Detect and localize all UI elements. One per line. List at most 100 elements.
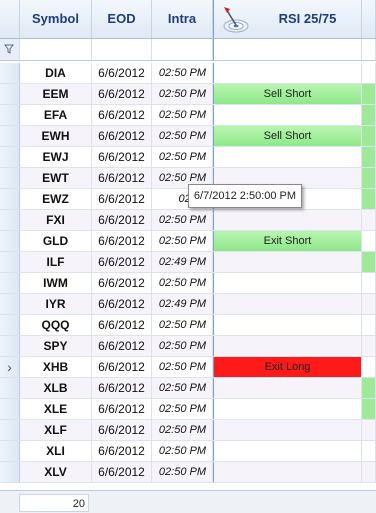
cell-rsi-signal[interactable] (213, 378, 362, 398)
cell-rsi-signal[interactable] (213, 273, 362, 293)
cell-eod[interactable]: 6/6/2012 (92, 357, 152, 377)
cell-symbol[interactable]: EWH (20, 126, 92, 146)
cell-extra-signal[interactable] (362, 231, 376, 251)
cell-extra-signal[interactable] (362, 294, 376, 314)
table-row[interactable]: EEM 6/6/2012 02:50 PM Sell Short (0, 84, 376, 105)
cell-rsi-signal[interactable] (213, 147, 362, 167)
cell-intra[interactable]: 02:50 PM (152, 420, 213, 440)
cell-symbol[interactable]: ILF (20, 252, 92, 272)
table-row[interactable]: EFA 6/6/2012 02:50 PM (0, 105, 376, 126)
cell-eod[interactable]: 6/6/2012 (92, 126, 152, 146)
cell-eod[interactable]: 6/6/2012 (92, 378, 152, 398)
funnel-icon[interactable] (4, 44, 14, 54)
cell-symbol[interactable]: FXI (20, 210, 92, 230)
cell-intra[interactable]: 02:50 PM (152, 399, 213, 419)
cell-extra-signal[interactable] (362, 336, 376, 356)
table-row[interactable]: XLB 6/6/2012 02:50 PM (0, 378, 376, 399)
cell-eod[interactable]: 6/6/2012 (92, 168, 152, 188)
cell-extra-signal[interactable] (362, 105, 376, 125)
cell-extra-signal[interactable] (362, 315, 376, 335)
cell-rsi-signal[interactable] (213, 462, 362, 482)
cell-rsi-signal[interactable] (213, 105, 362, 125)
cell-symbol[interactable]: XLE (20, 399, 92, 419)
cell-intra[interactable]: 02:50 PM (152, 336, 213, 356)
table-row[interactable]: IWM 6/6/2012 02:50 PM (0, 273, 376, 294)
cell-intra[interactable]: 02:50 PM (152, 273, 213, 293)
row-indicator[interactable] (0, 147, 20, 167)
cell-extra-signal[interactable] (362, 357, 376, 377)
cell-symbol[interactable]: XLV (20, 462, 92, 482)
row-indicator[interactable] (0, 294, 20, 314)
cell-extra-signal[interactable] (362, 147, 376, 167)
row-indicator[interactable] (0, 378, 20, 398)
cell-rsi-signal[interactable] (213, 399, 362, 419)
table-row[interactable]: IYR 6/6/2012 02:49 PM (0, 294, 376, 315)
cell-rsi-signal[interactable] (213, 420, 362, 440)
cell-eod[interactable]: 6/6/2012 (92, 63, 152, 83)
cell-symbol[interactable]: EWT (20, 168, 92, 188)
table-row[interactable]: DIA 6/6/2012 02:50 PM (0, 63, 376, 84)
table-row[interactable]: XLE 6/6/2012 02:50 PM (0, 399, 376, 420)
cell-extra-signal[interactable] (362, 168, 376, 188)
cell-eod[interactable]: 6/6/2012 (92, 147, 152, 167)
cell-eod[interactable]: 6/6/2012 (92, 84, 152, 104)
cell-eod[interactable]: 6/6/2012 (92, 210, 152, 230)
cell-extra-signal[interactable] (362, 126, 376, 146)
cell-symbol[interactable]: EWZ (20, 189, 92, 209)
filter-extra-input[interactable] (362, 39, 376, 60)
cell-intra[interactable]: 02:50 PM (152, 441, 213, 461)
cell-intra[interactable]: 02:50 PM (152, 63, 213, 83)
row-indicator[interactable]: › (0, 357, 20, 377)
row-indicator[interactable] (0, 126, 20, 146)
cell-eod[interactable]: 6/6/2012 (92, 294, 152, 314)
cell-symbol[interactable]: IYR (20, 294, 92, 314)
cell-rsi-signal[interactable] (213, 441, 362, 461)
cell-extra-signal[interactable] (362, 378, 376, 398)
cell-eod[interactable]: 6/6/2012 (92, 252, 152, 272)
cell-intra[interactable]: 02:50 PM (152, 357, 213, 377)
table-row[interactable]: XLF 6/6/2012 02:50 PM (0, 420, 376, 441)
row-indicator[interactable] (0, 462, 20, 482)
filter-symbol-input[interactable] (20, 39, 92, 60)
cell-intra[interactable]: 02:50 PM (152, 84, 213, 104)
cell-extra-signal[interactable] (362, 441, 376, 461)
cell-rsi-signal[interactable] (213, 294, 362, 314)
filter-eod-input[interactable] (92, 39, 152, 60)
cell-rsi-signal[interactable]: Sell Short (213, 126, 362, 146)
cell-symbol[interactable]: DIA (20, 63, 92, 83)
cell-rsi-signal[interactable] (213, 315, 362, 335)
filter-intra-input[interactable] (152, 39, 213, 60)
cell-rsi-signal[interactable] (213, 252, 362, 272)
table-row[interactable]: GLD 6/6/2012 02:50 PM Exit Short (0, 231, 376, 252)
row-indicator[interactable] (0, 336, 20, 356)
cell-symbol[interactable]: IWM (20, 273, 92, 293)
row-indicator[interactable] (0, 105, 20, 125)
table-row[interactable]: XLI 6/6/2012 02:50 PM (0, 441, 376, 462)
cell-intra[interactable]: 02:50 PM (152, 105, 213, 125)
filter-indicator-cell[interactable] (0, 39, 20, 60)
cell-extra-signal[interactable] (362, 63, 376, 83)
cell-rsi-signal[interactable]: Exit Short (213, 231, 362, 251)
cell-intra[interactable]: 02:50 PM (152, 147, 213, 167)
row-indicator[interactable] (0, 231, 20, 251)
table-row[interactable]: FXI 6/6/2012 02:50 PM (0, 210, 376, 231)
cell-symbol[interactable]: SPY (20, 336, 92, 356)
row-indicator[interactable] (0, 63, 20, 83)
cell-eod[interactable]: 6/6/2012 (92, 273, 152, 293)
cell-intra[interactable]: 02:49 PM (152, 294, 213, 314)
cell-symbol[interactable]: XLB (20, 378, 92, 398)
cell-symbol[interactable]: GLD (20, 231, 92, 251)
filter-rsi-input[interactable] (213, 39, 362, 60)
table-row[interactable]: XLV 6/6/2012 02:50 PM (0, 462, 376, 483)
cell-eod[interactable]: 6/6/2012 (92, 441, 152, 461)
cell-eod[interactable]: 6/6/2012 (92, 105, 152, 125)
cell-extra-signal[interactable] (362, 420, 376, 440)
table-row[interactable]: SPY 6/6/2012 02:50 PM (0, 336, 376, 357)
row-indicator[interactable] (0, 399, 20, 419)
cell-symbol[interactable]: XLI (20, 441, 92, 461)
table-row[interactable]: ILF 6/6/2012 02:49 PM (0, 252, 376, 273)
cell-rsi-signal[interactable] (213, 336, 362, 356)
table-row[interactable]: EWH 6/6/2012 02:50 PM Sell Short (0, 126, 376, 147)
cell-eod[interactable]: 6/6/2012 (92, 462, 152, 482)
cell-intra[interactable]: 02:49 PM (152, 252, 213, 272)
